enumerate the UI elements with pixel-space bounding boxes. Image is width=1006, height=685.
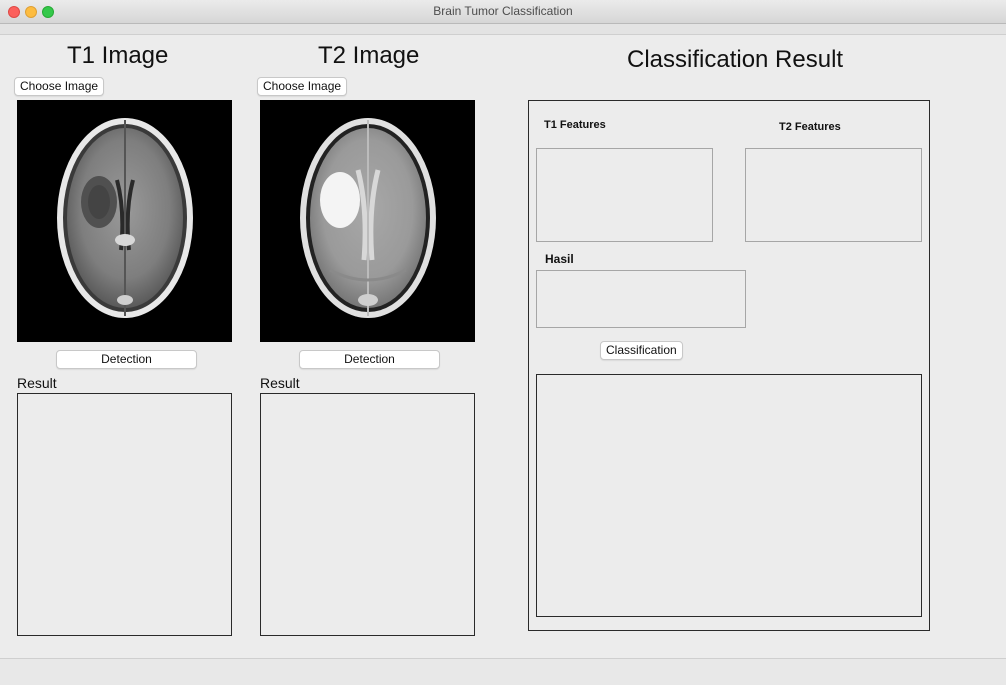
t2-result-label: Result [260,375,300,391]
app-window: Brain Tumor Classification T1 Image Choo… [0,0,1006,685]
t1-result-label: Result [17,375,57,391]
t1-detection-button[interactable]: Detection [56,350,197,369]
t1-mri-image [17,100,232,342]
toolbar-strip [0,24,1006,35]
classification-output-box [536,374,922,617]
t2-choose-image-button[interactable]: Choose Image [257,77,348,96]
t1-features-box [536,148,713,242]
window-title: Brain Tumor Classification [433,4,573,18]
t2-heading: T2 Image [318,42,420,69]
hasil-label: Hasil [545,252,574,266]
t2-result-box [260,393,475,636]
t1-features-label: T1 Features [544,119,606,131]
t1-heading: T1 Image [67,42,169,69]
classification-heading: Classification Result [627,46,844,73]
t2-detection-button[interactable]: Detection [299,350,440,369]
t1-result-box [17,393,232,636]
t2-features-box [745,148,922,242]
t2-features-label: T2 Features [779,121,841,133]
hasil-box [536,270,746,328]
classification-button[interactable]: Classification [600,341,683,360]
t2-mri-image [260,100,475,342]
title-bar: Brain Tumor Classification [0,0,1006,24]
t1-choose-image-button[interactable]: Choose Image [14,77,105,96]
bottom-status-strip [0,658,1006,685]
